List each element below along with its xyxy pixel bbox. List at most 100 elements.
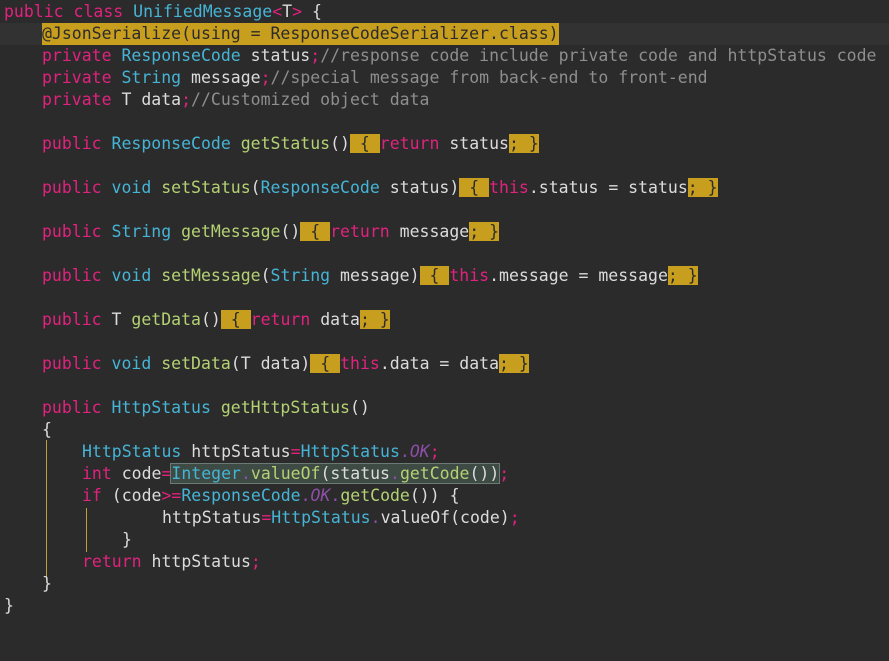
code-line[interactable]: int code=Integer.valueOf(status.getCode(… [0, 463, 889, 485]
keyword-token: this [489, 178, 529, 197]
brace-highlight: { [300, 222, 331, 241]
method-name-token: getCode [399, 464, 470, 483]
dot-token: . [390, 464, 400, 483]
code-line[interactable]: return httpStatus; [0, 551, 889, 573]
class-name-token: UnifiedMessage [133, 2, 273, 21]
code-line[interactable]: public T getData() { return data; } [0, 309, 889, 331]
semicolon-token: ; [260, 68, 271, 87]
code-editor[interactable]: public class UnifiedMessage<T> { @JsonSe… [0, 0, 889, 616]
identifier-token: message [389, 222, 470, 241]
keyword-token: return [330, 222, 390, 241]
operator-token: >= [161, 486, 182, 505]
identifier-token: code [111, 464, 162, 483]
method-name-token: setStatus [161, 178, 251, 197]
type-token: ResponseCode [111, 134, 231, 153]
code-line[interactable]: httpStatus=HttpStatus.valueOf(code); [0, 507, 889, 529]
keyword-token: private [42, 46, 112, 65]
code-line[interactable]: private T data;//Customized object data [0, 89, 889, 111]
type-token: ResponseCode [181, 486, 301, 505]
keyword-token: public [42, 354, 102, 373]
keyword-token: class [63, 2, 134, 21]
identifier-token: (T data) [230, 354, 311, 373]
punct-token: { [302, 2, 322, 21]
paren-token: ( [260, 266, 271, 285]
code-line[interactable]: private String message;//special message… [0, 67, 889, 89]
keyword-token: int [82, 464, 112, 483]
brace-highlight: ; [667, 266, 678, 285]
identifier-token: data [310, 310, 360, 329]
operator-token: = [261, 508, 272, 527]
type-token: void [111, 266, 152, 285]
brace-highlight: } [677, 266, 698, 285]
dot-token: . [240, 464, 251, 483]
code-line[interactable]: public String getMessage() { return mess… [0, 221, 889, 243]
method-name-token: setMessage [161, 266, 261, 285]
semicolon-token: ; [181, 90, 192, 109]
keyword-token: private [42, 90, 112, 109]
code-line[interactable]: } [0, 573, 889, 595]
brace-highlight: } [479, 222, 500, 241]
code-line[interactable]: public ResponseCode getStatus() { return… [0, 133, 889, 155]
code-line[interactable]: public void setData(T data) { this.data … [0, 353, 889, 375]
brace-highlight: ; [359, 310, 370, 329]
identifier-token: httpStatus [162, 508, 262, 527]
code-line[interactable]: public class UnifiedMessage<T> { [0, 1, 889, 23]
identifier-token: (code [101, 486, 162, 505]
annotation-token: @JsonSerialize(using = ResponseCodeSeria… [42, 23, 559, 45]
semicolon-token: ; [429, 442, 440, 461]
brace-highlight: { [310, 354, 341, 373]
keyword-token: public [42, 134, 102, 153]
code-line[interactable]: } [0, 595, 889, 617]
method-name-token: valueOf [250, 464, 321, 483]
type-token: void [111, 178, 152, 197]
brace-highlight: { [220, 310, 251, 329]
paren-token: ()) { [409, 486, 460, 505]
brace-highlight: { [419, 266, 450, 285]
code-line[interactable]: HttpStatus httpStatus=HttpStatus.OK; [0, 441, 889, 463]
method-name-token: getHttpStatus [220, 398, 350, 417]
identifier-token: status [439, 134, 509, 153]
method-name-token: getCode [340, 486, 410, 505]
code-line[interactable]: private ResponseCode status;//response c… [0, 45, 889, 67]
type-param-token: T [282, 2, 293, 21]
type-param-token: T [101, 310, 132, 329]
keyword-token: return [379, 134, 440, 153]
type-token: Integer [171, 464, 241, 483]
constant-token: OK [310, 486, 331, 505]
code-line[interactable]: if (code>=ResponseCode.OK.getCode()) { [0, 485, 889, 507]
type-token: HttpStatus [300, 442, 400, 461]
type-token: HttpStatus [82, 442, 182, 461]
brace-token: { [42, 420, 52, 439]
brace-highlight: { [349, 134, 380, 153]
keyword-token: public [42, 310, 102, 329]
paren-token: () [349, 398, 370, 417]
code-line[interactable]: { [0, 419, 889, 441]
semicolon-token: ; [310, 46, 321, 65]
brace-highlight: ; [687, 178, 698, 197]
code-line[interactable]: public void setMessage(String message) {… [0, 265, 889, 287]
keyword-token: this [449, 266, 490, 285]
identifier-token: httpStatus [181, 442, 291, 461]
semicolon-token: ; [509, 508, 520, 527]
keyword-token: this [340, 354, 380, 373]
identifier-token: (code) [450, 508, 510, 527]
operator-token: = [290, 442, 301, 461]
operator-token: > [292, 2, 303, 21]
keyword-token: public [42, 266, 102, 285]
identifier-token: .data = data [379, 354, 500, 373]
type-token: void [111, 354, 152, 373]
code-line[interactable]: public HttpStatus getHttpStatus() [0, 397, 889, 419]
identifier-token: status) [379, 178, 460, 197]
code-line[interactable]: } [0, 529, 889, 551]
constant-token: OK [409, 442, 430, 461]
keyword-token: private [42, 68, 112, 87]
code-line-current[interactable]: @JsonSerialize(using = ResponseCodeSeria… [0, 23, 889, 45]
dot-token: . [330, 486, 341, 505]
code-line[interactable]: public void setStatus(ResponseCode statu… [0, 177, 889, 199]
